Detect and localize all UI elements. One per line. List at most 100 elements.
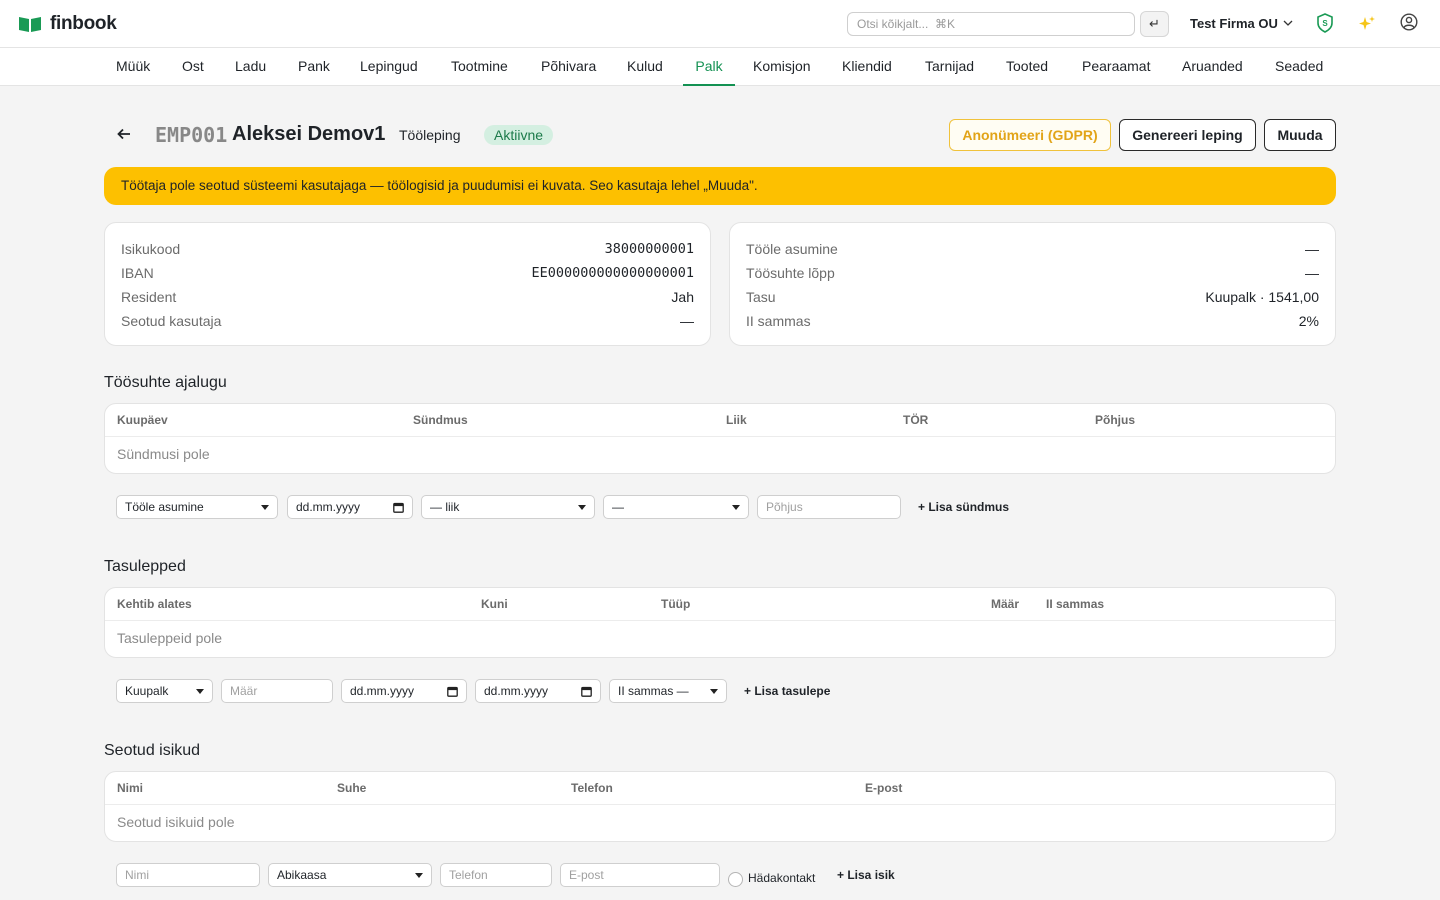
column-header[interactable]: Tüüp xyxy=(661,597,690,611)
column-header[interactable]: Telefon xyxy=(571,781,613,795)
salary-section-title: Tasulepped xyxy=(104,558,186,575)
detail-row: Isikukood 38000000001 xyxy=(121,237,694,261)
detail-value: EE000000000000000001 xyxy=(531,265,694,281)
nav-item-seaded[interactable]: Seaded xyxy=(1275,48,1323,86)
emergency-contact-checkbox[interactable] xyxy=(728,872,743,887)
input-placeholder: Põhjus xyxy=(766,500,803,514)
input-placeholder: Määr xyxy=(230,684,258,698)
salary-type-select[interactable]: Kuupalk xyxy=(116,679,213,703)
back-button[interactable] xyxy=(114,124,134,144)
anonymize-gdpr-button[interactable]: Anonümeeri (GDPR) xyxy=(949,119,1111,151)
column-header[interactable]: Liik xyxy=(726,413,747,427)
pension-pillar-select[interactable]: II sammas — xyxy=(609,679,727,703)
select-value: — xyxy=(612,500,624,514)
generate-contract-button[interactable]: Genereeri leping xyxy=(1119,119,1256,151)
detail-row: Tööle asumine — xyxy=(746,237,1319,261)
nav-item-pearaamat[interactable]: Pearaamat xyxy=(1082,48,1150,86)
input-placeholder: E-post xyxy=(569,868,604,882)
tor-select[interactable]: — xyxy=(603,495,749,519)
nav-item-pank[interactable]: Pank xyxy=(298,48,330,86)
chevron-down-icon xyxy=(710,688,718,694)
column-header[interactable]: TÖR xyxy=(903,413,928,427)
employment-details-card: Tööle asumine — Töösuhte lõpp — Tasu Kuupal… xyxy=(729,222,1336,346)
email-input[interactable]: E-post xyxy=(560,863,720,887)
column-header[interactable]: II sammas xyxy=(1046,597,1104,611)
valid-from-input[interactable]: dd.mm.yyyy xyxy=(341,679,467,703)
nav-item-tooted[interactable]: Tooted xyxy=(1006,48,1048,86)
detail-row: II sammas 2% xyxy=(746,309,1319,333)
valid-to-input[interactable]: dd.mm.yyyy xyxy=(475,679,601,703)
nav-item-komisjon[interactable]: Komisjon xyxy=(753,48,811,86)
chevron-down-icon xyxy=(261,504,269,510)
select-value: Tööle asumine xyxy=(125,500,204,514)
select-value: — liik xyxy=(430,500,460,514)
shield-icon[interactable]: S xyxy=(1316,13,1334,33)
column-header[interactable]: Kuni xyxy=(481,597,508,611)
chevron-down-icon xyxy=(578,504,586,510)
sparkles-icon[interactable] xyxy=(1357,14,1377,34)
nav-item-tarnijad[interactable]: Tarnijad xyxy=(925,48,974,86)
user-circle-icon[interactable] xyxy=(1400,13,1418,31)
detail-row: IBAN EE000000000000000001 xyxy=(121,261,694,285)
nav-item-pohivara[interactable]: Põhivara xyxy=(541,48,596,86)
search-submit-button[interactable]: ↵ xyxy=(1140,11,1169,37)
event-date-input[interactable]: dd.mm.yyyy xyxy=(287,495,413,519)
app-name: finbook xyxy=(50,13,117,34)
phone-input[interactable]: Telefon xyxy=(440,863,552,887)
detail-value: 38000000001 xyxy=(604,241,694,257)
add-event-button[interactable]: + Lisa sündmus xyxy=(918,500,1009,514)
reason-input[interactable]: Põhjus xyxy=(757,495,901,519)
chevron-down-icon xyxy=(732,504,740,510)
nav-item-lepingud[interactable]: Lepingud xyxy=(360,48,418,86)
divider xyxy=(105,804,1335,805)
edit-button[interactable]: Muuda xyxy=(1264,119,1336,151)
event-select[interactable]: Tööle asumine xyxy=(116,495,278,519)
column-header[interactable]: Kuupäev xyxy=(117,413,168,427)
warning-banner: Töötaja pole seotud süsteemi kasutajaga … xyxy=(104,167,1336,205)
nav-item-kulud[interactable]: Kulud xyxy=(627,48,663,86)
nav-item-kliendid[interactable]: Kliendid xyxy=(842,48,892,86)
person-name-input[interactable]: Nimi xyxy=(116,863,260,887)
column-header[interactable]: Suhe xyxy=(337,781,366,795)
relation-select[interactable]: Abikaasa xyxy=(268,863,432,887)
add-salary-agreement-button[interactable]: + Lisa tasulepe xyxy=(744,684,830,698)
search-input[interactable] xyxy=(847,12,1135,36)
enter-icon: ↵ xyxy=(1149,16,1160,31)
select-value: Kuupalk xyxy=(125,684,169,698)
nav-item-palk[interactable]: Palk xyxy=(683,48,735,86)
status-badge: Aktiivne xyxy=(484,125,554,145)
nav-item-muuk[interactable]: Müük xyxy=(116,48,150,86)
column-header[interactable]: Põhjus xyxy=(1095,413,1135,427)
nav-item-ost[interactable]: Ost xyxy=(182,48,204,86)
arrow-left-icon xyxy=(117,128,130,140)
select-value: II sammas — xyxy=(618,684,689,698)
warning-text: Töötaja pole seotud süsteemi kasutajaga … xyxy=(121,178,758,193)
top-bar: finbook ↵ Test Firma OU S xyxy=(0,0,1440,48)
date-placeholder: dd.mm.yyyy xyxy=(484,684,549,698)
employee-code: EMP001 xyxy=(155,123,228,147)
persons-section-title: Seotud isikud xyxy=(104,742,201,759)
svg-text:S: S xyxy=(1322,19,1328,28)
detail-label: Resident xyxy=(121,289,177,305)
detail-label: Tasu xyxy=(746,289,776,305)
nav-item-tootmine[interactable]: Tootmine xyxy=(451,48,508,86)
column-header[interactable]: E-post xyxy=(865,781,902,795)
event-kind-select[interactable]: — liik xyxy=(421,495,595,519)
company-switcher[interactable]: Test Firma OU xyxy=(1190,16,1293,31)
date-placeholder: dd.mm.yyyy xyxy=(296,500,361,514)
rate-input[interactable]: Määr xyxy=(221,679,333,703)
detail-label: Seotud kasutaja xyxy=(121,313,222,329)
calendar-icon xyxy=(393,502,404,513)
column-header[interactable]: Kehtib alates xyxy=(117,597,192,611)
column-header[interactable]: Nimi xyxy=(117,781,143,795)
divider xyxy=(105,620,1335,621)
column-header[interactable]: Määr xyxy=(991,597,1019,611)
nav-item-aruanded[interactable]: Aruanded xyxy=(1182,48,1243,86)
detail-row: Resident Jah xyxy=(121,285,694,309)
company-name: Test Firma OU xyxy=(1190,16,1278,31)
column-header[interactable]: Sündmus xyxy=(413,413,468,427)
app-logo[interactable]: finbook xyxy=(18,13,117,35)
add-person-button[interactable]: + Lisa isik xyxy=(837,868,895,882)
divider xyxy=(105,436,1335,437)
nav-item-ladu[interactable]: Ladu xyxy=(235,48,266,86)
